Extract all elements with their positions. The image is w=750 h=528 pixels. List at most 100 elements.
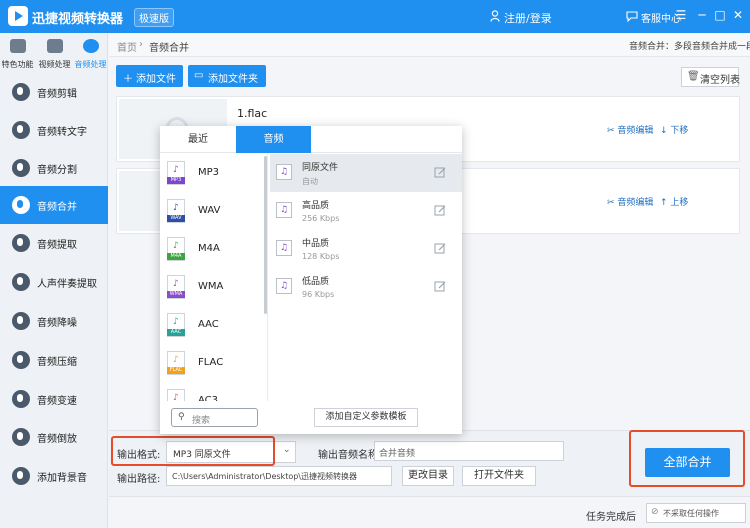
audio-edit-link[interactable]: ✂ 音频编辑 (607, 195, 653, 208)
sidebar-item-audio-merge[interactable]: 音频合并 (0, 186, 108, 224)
quality-bitrate: 96 Kbps (302, 290, 335, 299)
sidebar-item-background-music[interactable]: 添加背景音 (0, 457, 108, 495)
sidebar-item-speed[interactable]: 音频变速 (0, 380, 108, 418)
audio-file-icon: ♪AC3 (167, 389, 185, 401)
sidebar-item-reverse[interactable]: 音频倒放 (0, 418, 108, 456)
task-complete-label: 任务完成后 (586, 512, 636, 523)
quality-name: 高品质 (302, 201, 330, 211)
format-item[interactable]: ♪ WAV WAV (160, 192, 266, 230)
format-tag: MP3 (167, 177, 185, 184)
music-file-icon: ♫ (276, 202, 292, 218)
tab-audio[interactable]: 音频 (236, 126, 311, 153)
format-item[interactable]: ♪ MP3 MP3 (160, 154, 266, 192)
music-icon (83, 39, 99, 53)
format-item[interactable]: ♪ FLAC FLAC (160, 344, 266, 382)
page-hint: 音频合并：多段音频合并成一段 (629, 42, 750, 52)
format-list-scrollbar[interactable] (264, 156, 267, 314)
change-directory-button[interactable]: 更改目录 (402, 466, 454, 486)
music-note-icon: ♪ (173, 165, 179, 175)
format-tag: WAV (167, 215, 185, 222)
sidebar: 音频剪辑 音频转文字 音频分割 音频合并 音频提取 人声伴奏提取 音频降噪 音频… (0, 73, 108, 528)
audio-extract-icon (12, 234, 30, 252)
edit-icon[interactable] (434, 280, 446, 292)
task-complete-select[interactable]: ⊘ 不采取任何操作 (646, 503, 746, 523)
format-search-input[interactable]: ⚲ 搜索 (171, 408, 258, 427)
edit-icon[interactable] (434, 166, 446, 178)
quality-bitrate: 128 Kbps (302, 252, 340, 261)
minimize-icon[interactable]: ─ (695, 7, 709, 23)
popup-tabs: 最近 音频 (160, 126, 462, 153)
sidebar-item-audio-to-text[interactable]: 音频转文字 (0, 111, 108, 149)
breadcrumb-home[interactable]: 首页 (117, 39, 137, 54)
sidebar-item-denoise[interactable]: 音频降噪 (0, 302, 108, 340)
output-path-label: 输出路径: (117, 474, 161, 485)
music-note-icon: ♪ (173, 393, 179, 401)
menu-icon[interactable]: ☰ (674, 7, 688, 23)
music-note-icon: ♪ (173, 355, 179, 365)
add-custom-template-button[interactable]: 添加自定义参数模板 (314, 408, 418, 427)
block-icon: ⊘ (651, 507, 659, 517)
audio-file-icon: ♪ WAV (167, 199, 185, 223)
user-icon[interactable] (490, 10, 500, 22)
add-folder-button[interactable]: ▭ 添加文件夹 (188, 65, 266, 87)
tab-feature[interactable]: 特色功能 (0, 33, 35, 73)
quality-name: 同原文件 (302, 163, 339, 173)
close-icon[interactable]: ✕ (731, 7, 745, 23)
edit-icon[interactable] (434, 242, 446, 254)
quality-item[interactable]: ♫ 低品质 96 Kbps (270, 268, 462, 306)
format-label: WMA (198, 281, 224, 292)
music-note-icon: ♪ (173, 241, 179, 251)
format-tag: M4A (167, 253, 185, 260)
audio-split-icon (12, 159, 30, 177)
audio-file-icon: ♪ M4A (167, 237, 185, 261)
open-folder-button[interactable]: 打开文件夹 (462, 466, 536, 486)
add-file-button[interactable]: ＋ 添加文件 (116, 65, 183, 87)
trash-icon: 🗑 (687, 71, 700, 82)
format-item[interactable]: ♪ WMA WMA (160, 268, 266, 306)
maximize-icon[interactable]: □ (713, 7, 727, 23)
quality-item[interactable]: ♫ 同原文件 自动 (270, 154, 462, 192)
quality-item[interactable]: ♫ 中品质 128 Kbps (270, 230, 462, 268)
background-music-icon (12, 467, 30, 485)
chat-icon[interactable] (626, 10, 638, 22)
output-audio-name-input[interactable]: 合并音频 (374, 441, 564, 461)
sidebar-item-audio-split[interactable]: 音频分割 (0, 149, 108, 187)
move-down-link[interactable]: ↓ 下移 (660, 123, 688, 136)
sidebar-item-compress[interactable]: 音频压缩 (0, 341, 108, 379)
audio-edit-link[interactable]: ✂ 音频编辑 (607, 123, 653, 136)
reverse-icon (12, 428, 30, 446)
tab-video[interactable]: 视频处理 (37, 33, 72, 73)
chevron-down-icon: ⌄ (283, 445, 291, 455)
login-link[interactable]: 注册/登录 (504, 10, 552, 26)
format-list: ♪ MP3 MP3 ♪ WAV WAV ♪ M4A M4A ♪ WMA WMA ♪ AAC AAC ♪ FLAC… (160, 154, 268, 401)
app-logo (8, 6, 28, 26)
category-tabs: 特色功能 视频处理 音频处理 (0, 33, 108, 73)
sidebar-item-audio-extract[interactable]: 音频提取 (0, 224, 108, 262)
output-path-input[interactable]: C:\Users\Administrator\Desktop\迅捷视频转换器 (166, 466, 392, 486)
music-note-icon: ♪ (173, 203, 179, 213)
quality-name: 中品质 (302, 239, 330, 249)
merge-all-button[interactable]: 全部合并 (645, 448, 730, 477)
format-popup: 最近 音频 ♪ MP3 MP3 ♪ WAV WAV ♪ M4A M4A ♪ WMA WMA ♪ AAC AA… (160, 126, 462, 434)
clear-list-button[interactable]: 🗑 清空列表 (681, 67, 740, 87)
tab-audio-processing[interactable]: 音频处理 (73, 33, 108, 73)
plus-icon: ＋ (123, 74, 133, 85)
quality-item[interactable]: ♫ 高品质 256 Kbps (270, 192, 462, 230)
format-item[interactable]: ♪AC3 AC3 (160, 382, 266, 401)
breadcrumb-separator: › (139, 39, 143, 50)
breadcrumb: 首页 › 音频合并 音频合并：多段音频合并成一段 (109, 33, 750, 57)
format-item[interactable]: ♪ M4A M4A (160, 230, 266, 268)
tab-recent[interactable]: 最近 (160, 126, 236, 153)
edit-icon[interactable] (434, 204, 446, 216)
output-audio-name-label: 输出音频名称 (318, 450, 378, 461)
format-label: AC3 (198, 395, 219, 401)
audio-file-icon: ♪ MP3 (167, 161, 185, 185)
format-item[interactable]: ♪ AAC AAC (160, 306, 266, 344)
music-file-icon: ♫ (276, 278, 292, 294)
quality-name: 低品质 (302, 277, 330, 287)
move-up-link[interactable]: ↑ 上移 (660, 195, 688, 208)
format-tag: WMA (167, 291, 185, 298)
sidebar-item-audio-cut[interactable]: 音频剪辑 (0, 73, 108, 111)
sidebar-item-vocal-extract[interactable]: 人声伴奏提取 (0, 263, 108, 301)
edition-badge: 极速版 (134, 8, 174, 27)
